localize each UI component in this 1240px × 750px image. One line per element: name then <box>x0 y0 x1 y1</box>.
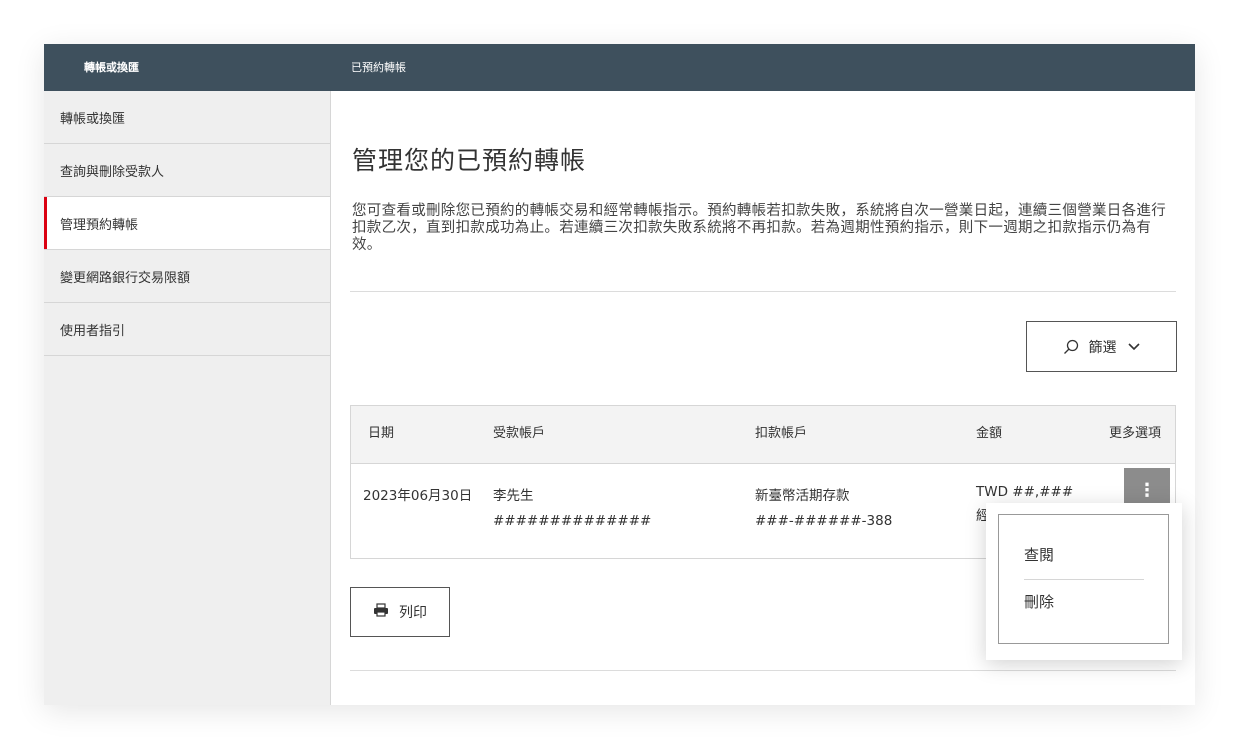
cell-date: 2023年06月30日 <box>363 484 472 504</box>
filter-button[interactable]: 篩選 <box>1026 321 1177 372</box>
top-bar: 轉帳或換匯 已預約轉帳 <box>44 44 1195 91</box>
cell-payee: 李先生 ############## <box>493 484 651 529</box>
search-icon <box>1063 339 1079 355</box>
print-button[interactable]: 列印 <box>350 587 450 637</box>
page-breadcrumb: 已預約轉帳 <box>351 61 406 74</box>
menu-divider <box>1024 579 1144 580</box>
date-value: 2023年06月30日 <box>363 488 473 504</box>
sidebar-item-payees[interactable]: 查詢與刪除受款人 <box>44 144 330 197</box>
sidebar: 轉帳或換匯 查詢與刪除受款人 管理預約轉帳 變更網路銀行交易限額 使用者指引 <box>44 91 331 705</box>
sidebar-item-label: 查詢與刪除受款人 <box>60 164 165 180</box>
sidebar-item-label: 轉帳或換匯 <box>60 111 126 127</box>
more-options-menu: 查閱 刪除 <box>986 503 1182 660</box>
amount-value: TWD ##,### <box>976 484 1074 500</box>
sidebar-item-label: 變更網路銀行交易限額 <box>60 270 191 286</box>
header-amount: 金額 <box>976 426 1003 441</box>
filter-label: 篩選 <box>1088 339 1117 356</box>
header-debit: 扣款帳戶 <box>755 426 808 441</box>
header-more: 更多選項 <box>1109 426 1162 441</box>
header-date: 日期 <box>368 426 395 441</box>
payee-name: 李先生 <box>493 488 534 504</box>
table-header: 日期 受款帳戶 扣款帳戶 金額 更多選項 <box>351 406 1175 464</box>
divider <box>350 670 1176 671</box>
more-vertical-icon: ⋮ <box>1138 480 1156 501</box>
payee-account: ############## <box>493 513 652 529</box>
header-payee: 受款帳戶 <box>493 426 546 441</box>
page-title: 管理您的已預約轉帳 <box>352 146 587 175</box>
sidebar-item-scheduled-transfers[interactable]: 管理預約轉帳 <box>44 197 330 250</box>
divider <box>350 291 1176 292</box>
chevron-down-icon <box>1127 342 1141 352</box>
printer-icon <box>373 603 389 621</box>
sidebar-item-transfer[interactable]: 轉帳或換匯 <box>44 91 330 144</box>
menu-item-delete[interactable]: 刪除 <box>1024 591 1054 612</box>
menu-item-view[interactable]: 查閱 <box>1024 544 1054 565</box>
debit-name: 新臺幣活期存款 <box>755 488 850 504</box>
sidebar-item-limits[interactable]: 變更網路銀行交易限額 <box>44 250 330 303</box>
debit-account: ###-######-388 <box>755 513 893 529</box>
print-label: 列印 <box>399 605 427 621</box>
sidebar-item-label: 使用者指引 <box>60 323 126 339</box>
sidebar-item-user-guide[interactable]: 使用者指引 <box>44 303 330 356</box>
section-title: 轉帳或換匯 <box>84 61 139 74</box>
menu-panel: 查閱 刪除 <box>998 514 1169 644</box>
sidebar-item-label: 管理預約轉帳 <box>60 217 139 233</box>
page-description: 您可查看或刪除您已預約的轉帳交易和經常轉帳指示。預約轉帳若扣款失敗，系統將自次一… <box>352 203 1166 253</box>
cell-debit: 新臺幣活期存款 ###-######-388 <box>755 484 892 529</box>
